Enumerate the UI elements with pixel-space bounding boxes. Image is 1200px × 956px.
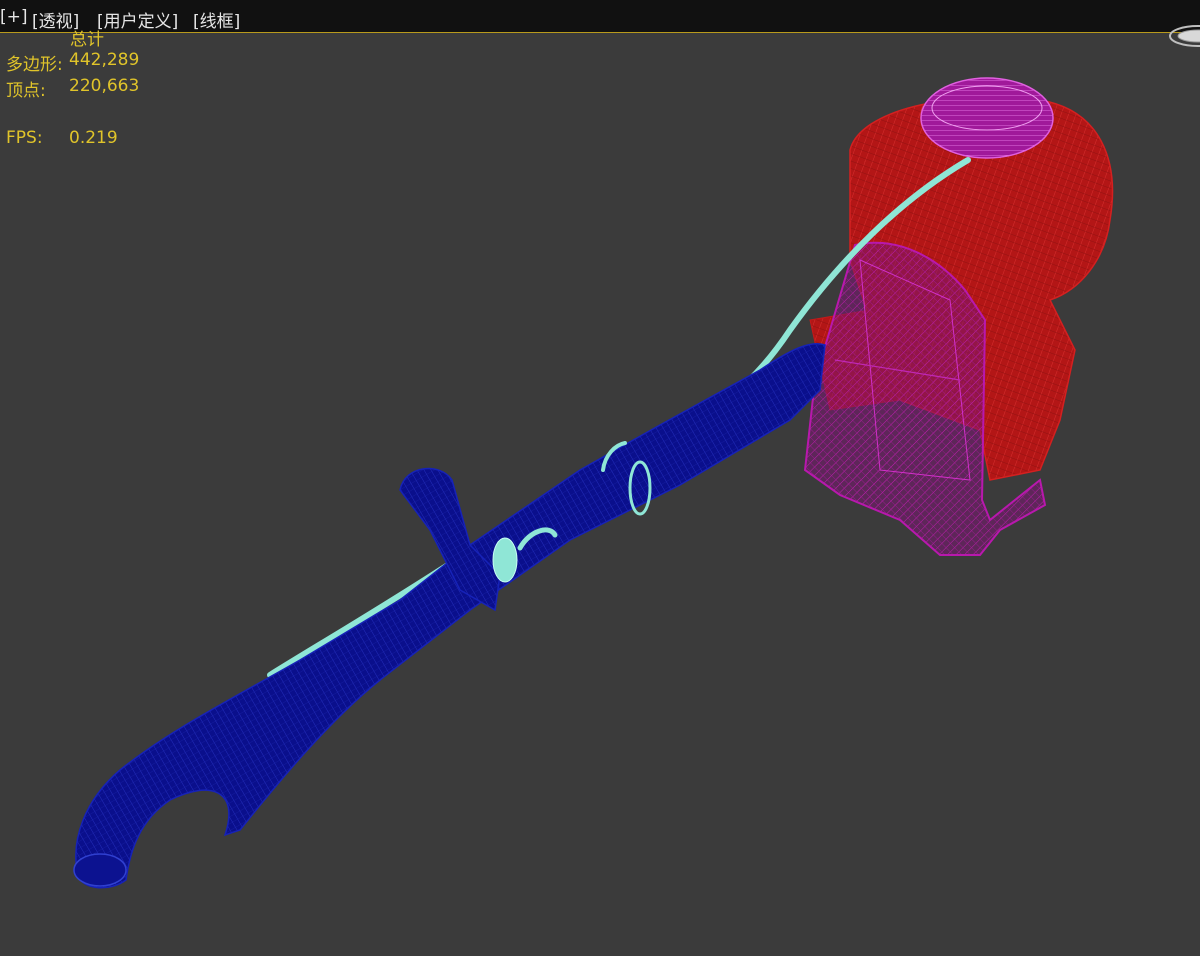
viewport-shading-user-defined[interactable]: [用户定义] bbox=[97, 7, 178, 32]
stats-polygons-value: 442,289 bbox=[69, 50, 140, 70]
viewport-display-wireframe[interactable]: [线框] bbox=[193, 7, 240, 32]
stats-fps-value: 0.219 bbox=[69, 128, 118, 148]
viewport-menu-plus[interactable]: [+] bbox=[0, 7, 28, 27]
wireframe-scene[interactable] bbox=[0, 0, 1200, 956]
stats-fps-label: FPS: bbox=[6, 128, 43, 148]
stats-vertices-label: 顶点: bbox=[6, 81, 46, 101]
stats-total-label: 总计 bbox=[70, 30, 104, 50]
blower-tube-mesh bbox=[73, 343, 826, 889]
stats-polygons-label: 多边形: bbox=[6, 55, 63, 75]
stats-vertices-value: 220,663 bbox=[69, 76, 140, 96]
viewport-3d[interactable]: [+] [透视] [用户定义] [线框] 总计 多边形: 442,289 顶点:… bbox=[0, 0, 1200, 956]
viewport-label-bar: [+] [透视] [用户定义] [线框] bbox=[0, 0, 1200, 33]
fuel-cap-mesh bbox=[920, 77, 1054, 159]
viewcube-icon[interactable] bbox=[1168, 14, 1200, 54]
